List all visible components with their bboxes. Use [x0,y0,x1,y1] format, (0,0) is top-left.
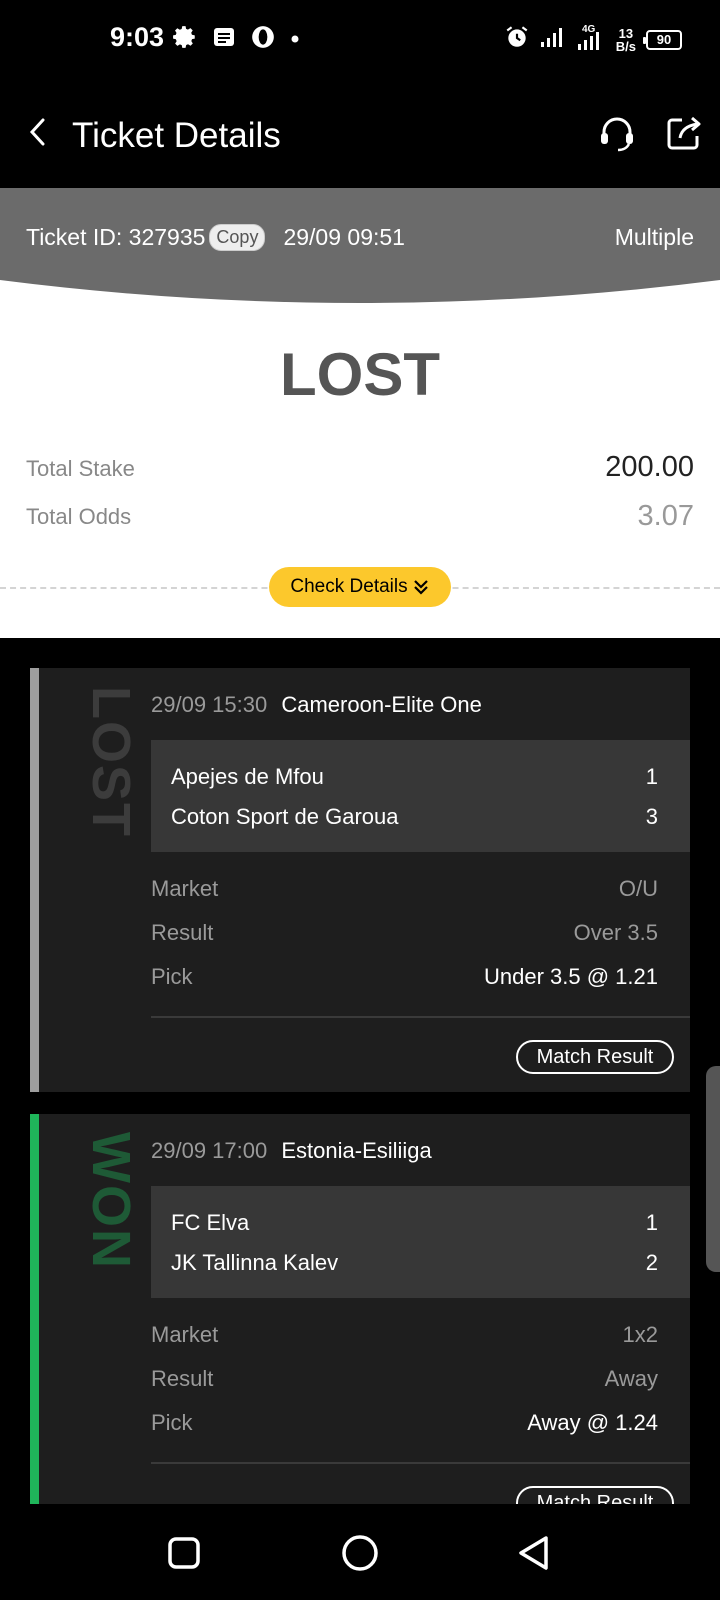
share-button[interactable] [664,112,706,154]
pick-label: Pick [151,1410,193,1435]
away-team-score: 2 [645,1250,658,1275]
bet-card: WON 29/09 17:00 Estonia-Esiliiga FC Elva… [30,1114,690,1504]
market-value: 1x2 [622,1322,658,1347]
page-title: Ticket Details [72,116,281,155]
home-team-row: FC Elva 1 [171,1210,658,1236]
pick-value: Under 3.5 @ 1.21 [484,964,658,989]
status-icons-right: 4G 13 B/s 90 [504,22,682,57]
signal-icon [540,26,566,53]
market-label: Market [151,1322,219,1347]
ticket-status: LOST [280,341,440,408]
ticket-summary: Ticket ID: 327935 Copy 29/09 09:51 Multi… [0,188,720,638]
recent-apps-button[interactable] [161,1530,207,1576]
home-team-score: 1 [645,1210,658,1235]
match-time: 29/09 17:00 [151,1138,268,1163]
ticket-id-row: Ticket ID: 327935 Copy 29/09 09:51 [26,224,405,251]
net-speed-unit: B/s [615,38,636,54]
home-team-name: FC Elva [171,1210,250,1235]
pick-value: Away @ 1.24 [527,1410,658,1435]
copy-button[interactable]: Copy [209,224,266,251]
net-speed: 13 B/s [616,27,636,53]
customer-support-button[interactable] [596,112,638,154]
market-label: Market [151,876,219,901]
system-back-button[interactable] [511,1530,557,1576]
away-team-row: Coton Sport de Garoua 3 [171,804,658,830]
bet-header: 29/09 17:00 Estonia-Esiliiga [151,1138,432,1164]
pick-row: Pick Away @ 1.24 [151,1410,658,1436]
status-time: 9:03 [110,22,165,52]
away-team-score: 3 [645,804,658,829]
market-value: O/U [618,876,658,901]
chevron-left-icon [29,118,45,146]
check-details-button[interactable]: Check Details [269,567,451,607]
away-team-name: JK Tallinna Kalev [171,1250,339,1275]
alarm-icon [504,24,530,55]
result-label: Result [151,1366,214,1391]
league-name: Estonia-Esiliiga [281,1138,432,1163]
square-icon [168,1537,200,1569]
result-row: Result Away [151,1366,658,1392]
total-odds-value: 3.07 [637,500,694,532]
ticket-id: Ticket ID: 327935 [26,224,206,250]
market-row: Market O/U [151,876,658,902]
side-drawer-handle[interactable] [706,1066,720,1272]
system-nav-bar [0,1504,720,1600]
status-bar: 9:03 4G 13 B/s 90 [0,0,720,80]
opera-icon [250,24,276,55]
bet-divider [151,1462,690,1464]
bet-status-stamp: LOST [81,686,141,838]
ticket-datetime: 29/09 09:51 [283,224,405,250]
check-details-label: Check Details [290,576,408,597]
match-result-button[interactable]: Match Result [516,1486,674,1504]
home-button[interactable] [337,1530,383,1576]
teams-box: Apejes de Mfou 1 Coton Sport de Garoua 3 [151,740,690,852]
market-row: Market 1x2 [151,1322,658,1348]
pick-label: Pick [151,964,193,989]
back-button[interactable] [18,112,58,152]
status-icons-left [172,24,300,55]
home-team-row: Apejes de Mfou 1 [171,764,658,790]
teams-box: FC Elva 1 JK Tallinna Kalev 2 [151,1186,690,1298]
bet-status-bar [30,1114,39,1504]
total-stake-label: Total Stake [26,456,135,481]
app-header: Ticket Details [0,80,720,188]
bet-card: LOST 29/09 15:30 Cameroon-Elite One Apej… [30,668,690,1092]
dot-icon [290,31,300,49]
bet-status-stamp: WON [81,1132,141,1270]
away-team-name: Coton Sport de Garoua [171,804,399,829]
match-time: 29/09 15:30 [151,692,268,717]
ticket-type: Multiple [614,224,694,250]
bet-divider [151,1016,690,1018]
away-team-row: JK Tallinna Kalev 2 [171,1250,658,1276]
result-label: Result [151,920,214,945]
bet-status-bar [30,668,39,1092]
message-icon [212,25,236,54]
total-odds-label: Total Odds [26,504,132,529]
double-chevron-down-icon [413,580,428,595]
home-team-score: 1 [645,764,658,789]
battery-level: 90 [656,32,672,47]
headset-icon [601,117,633,152]
svg-text:4G: 4G [582,24,596,35]
circle-icon [342,1535,378,1571]
signal-4g-icon: 4G [576,22,606,57]
result-value: Away [604,1366,658,1391]
result-row: Result Over 3.5 [151,920,658,946]
league-name: Cameroon-Elite One [281,692,482,717]
home-team-name: Apejes de Mfou [171,764,324,789]
settings-icon [172,24,198,55]
result-value: Over 3.5 [573,920,658,945]
pick-row: Pick Under 3.5 @ 1.21 [151,964,658,990]
share-icon [667,116,701,150]
bet-header: 29/09 15:30 Cameroon-Elite One [151,692,482,718]
match-result-button[interactable]: Match Result [516,1040,674,1074]
total-stake-value: 200.00 [605,451,694,483]
triangle-back-icon [519,1536,548,1570]
battery-icon: 90 [643,29,682,50]
